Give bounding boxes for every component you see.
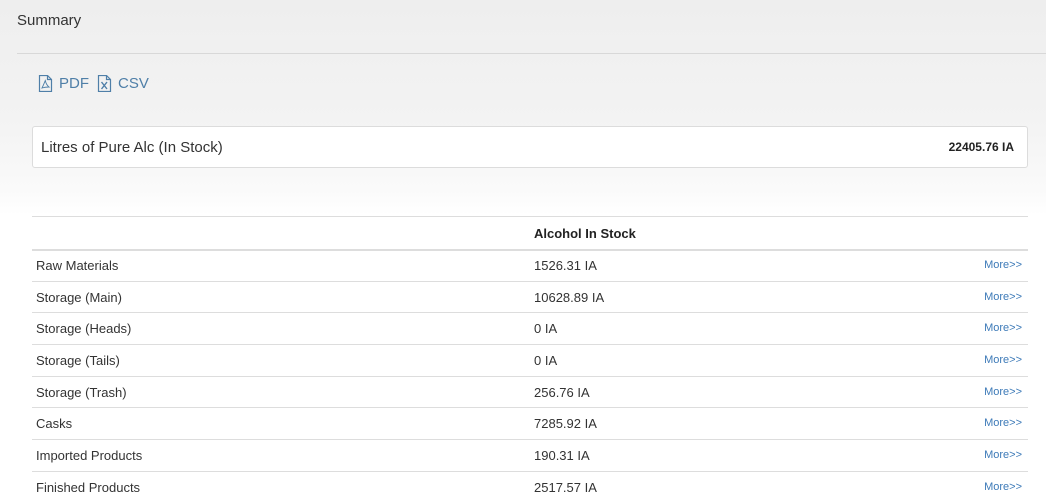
export-csv-link[interactable]: CSV — [97, 74, 149, 92]
column-header-actions — [914, 216, 1028, 251]
row-value: 2517.57 IA — [534, 471, 914, 501]
row-value: 7285.92 IA — [534, 407, 914, 441]
table-row: Finished Products 2517.57 IA More>> — [32, 471, 1028, 501]
table-row: Imported Products 190.31 IA More>> — [32, 439, 1028, 472]
row-value: 0 IA — [534, 312, 914, 346]
table-header-row: Alcohol In Stock — [32, 216, 1028, 251]
excel-file-icon — [97, 74, 112, 92]
pdf-file-icon — [38, 74, 53, 92]
alcohol-stock-table: Alcohol In Stock Raw Materials 1526.31 I… — [32, 216, 1028, 501]
more-link[interactable]: More>> — [984, 354, 1022, 366]
more-link[interactable]: More>> — [984, 449, 1022, 461]
panel-title: Summary — [17, 12, 82, 29]
column-header-alcohol-in-stock: Alcohol In Stock — [534, 216, 914, 251]
table-row: Storage (Trash) 256.76 IA More>> — [32, 376, 1028, 409]
row-name: Storage (Main) — [32, 281, 534, 314]
row-value: 256.76 IA — [534, 376, 914, 409]
more-link[interactable]: More>> — [984, 481, 1022, 493]
row-name: Imported Products — [32, 439, 534, 472]
row-value: 0 IA — [534, 344, 914, 377]
row-name: Raw Materials — [32, 249, 534, 282]
export-bar: PDF CSV — [38, 72, 157, 94]
row-name: Storage (Trash) — [32, 376, 534, 409]
row-value: 1526.31 IA — [534, 249, 914, 282]
table-row: Storage (Main) 10628.89 IA More>> — [32, 281, 1028, 314]
total-summary-label: Litres of Pure Alc (In Stock) — [41, 139, 223, 156]
total-summary-box: Litres of Pure Alc (In Stock) 22405.76 I… — [32, 126, 1028, 168]
export-csv-label: CSV — [118, 74, 149, 92]
table-row: Casks 7285.92 IA More>> — [32, 407, 1028, 441]
row-value: 190.31 IA — [534, 439, 914, 472]
row-name: Storage (Tails) — [32, 344, 534, 377]
more-link[interactable]: More>> — [984, 322, 1022, 334]
row-name: Storage (Heads) — [32, 312, 534, 346]
more-link[interactable]: More>> — [984, 417, 1022, 429]
export-pdf-link[interactable]: PDF — [38, 74, 89, 92]
column-header-name — [32, 216, 534, 251]
more-link[interactable]: More>> — [984, 291, 1022, 303]
table-row: Storage (Tails) 0 IA More>> — [32, 344, 1028, 377]
export-pdf-label: PDF — [59, 74, 89, 92]
row-name: Casks — [32, 407, 534, 441]
panel-heading: Summary — [17, 0, 1046, 54]
total-summary-value: 22405.76 IA — [948, 140, 1014, 154]
table-row: Raw Materials 1526.31 IA More>> — [32, 249, 1028, 282]
row-value: 10628.89 IA — [534, 281, 914, 314]
more-link[interactable]: More>> — [984, 386, 1022, 398]
row-name: Finished Products — [32, 471, 534, 501]
more-link[interactable]: More>> — [984, 259, 1022, 271]
table-row: Storage (Heads) 0 IA More>> — [32, 312, 1028, 346]
